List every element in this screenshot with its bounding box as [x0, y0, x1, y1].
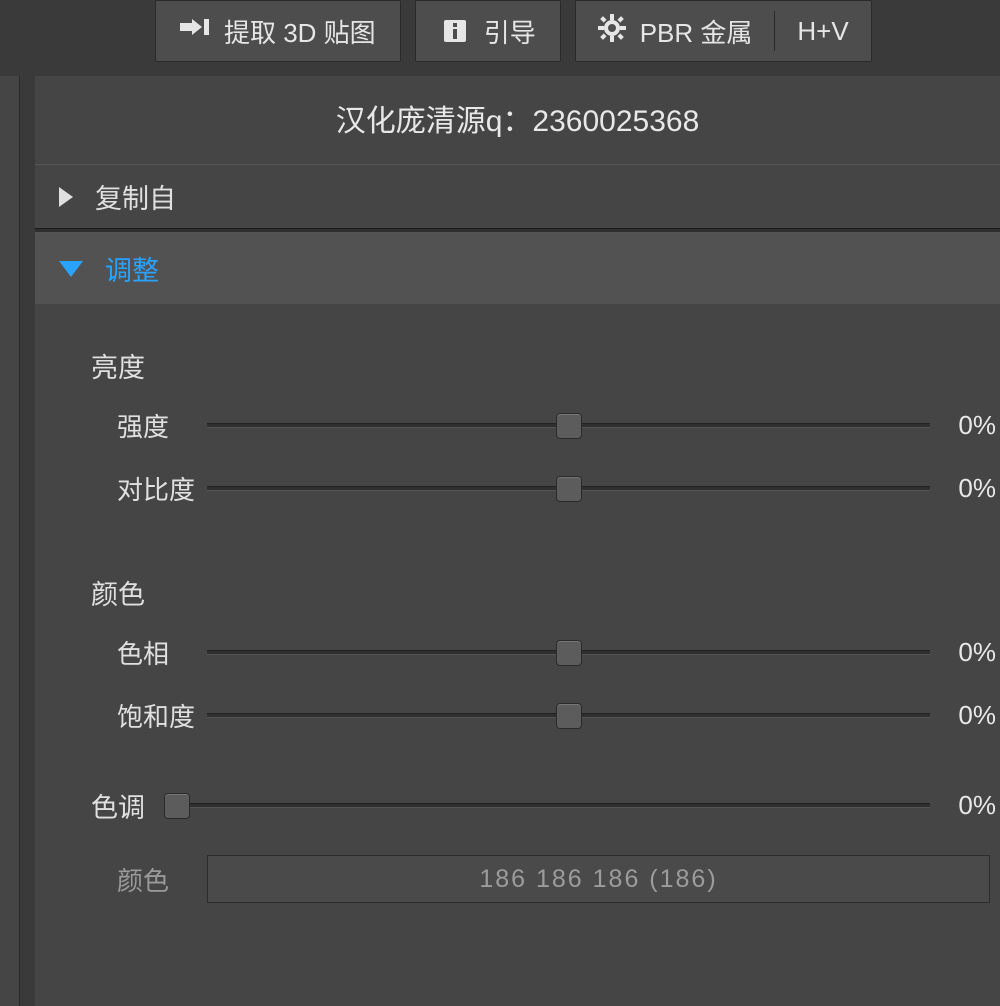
hue-value: 0% [940, 637, 1000, 668]
color-field-value: 186 186 186 (186) [479, 865, 717, 894]
color-field-input[interactable]: 186 186 186 (186) [207, 855, 990, 903]
section-copy-from-label: 复制自 [95, 177, 176, 216]
section-copy-from[interactable]: 复制自 [35, 164, 1000, 228]
hue-slider[interactable] [207, 638, 930, 668]
info-icon [440, 16, 470, 46]
slider-thumb[interactable] [556, 413, 582, 439]
slider-thumb[interactable] [556, 640, 582, 666]
color-field-row: 颜色 186 186 186 (186) [35, 847, 1000, 903]
import-arrow-icon [180, 16, 210, 46]
saturation-row: 饱和度 0% [35, 697, 1000, 760]
top-toolbar: 提取 3D 贴图 引导 PBR 金属 H+V [0, 0, 1000, 76]
pbr-metal-label: PBR 金属 [640, 13, 753, 50]
hue-row: 色相 0% [35, 634, 1000, 697]
contrast-value: 0% [940, 473, 1000, 504]
guide-label: 引导 [484, 13, 536, 50]
color-field-label: 颜色 [35, 861, 207, 898]
intensity-slider[interactable] [207, 411, 930, 441]
hv-button[interactable]: H+V [775, 1, 870, 61]
tint-slider[interactable] [165, 791, 930, 821]
tint-value: 0% [940, 790, 1000, 821]
contrast-label: 对比度 [35, 470, 207, 507]
gear-icon [598, 14, 626, 49]
panel-title: 汉化庞清源q：2360025368 [35, 76, 1000, 164]
slider-thumb[interactable] [164, 793, 190, 819]
hue-label: 色相 [35, 634, 207, 671]
tint-row: 色调 0% [35, 786, 1000, 847]
pbr-group: PBR 金属 H+V [575, 0, 872, 62]
saturation-label: 饱和度 [35, 697, 207, 734]
contrast-slider[interactable] [207, 474, 930, 504]
chevron-right-icon [59, 187, 73, 207]
main-panel: 汉化庞清源q：2360025368 复制自 调整 亮度 强度 0% 对比度 0% [35, 76, 1000, 1006]
extract-3d-button[interactable]: 提取 3D 贴图 [155, 0, 401, 62]
intensity-row: 强度 0% [35, 407, 1000, 470]
section-adjust[interactable]: 调整 [35, 232, 1000, 304]
color-group-label: 颜色 [35, 559, 1000, 634]
hv-label: H+V [797, 16, 848, 47]
saturation-value: 0% [940, 700, 1000, 731]
intensity-value: 0% [940, 410, 1000, 441]
section-adjust-label: 调整 [105, 249, 159, 288]
intensity-label: 强度 [35, 407, 207, 444]
slider-thumb[interactable] [556, 476, 582, 502]
contrast-row: 对比度 0% [35, 470, 1000, 533]
left-gutter [0, 76, 20, 1006]
guide-button[interactable]: 引导 [415, 0, 561, 62]
saturation-slider[interactable] [207, 701, 930, 731]
brightness-group-label: 亮度 [35, 332, 1000, 407]
adjust-controls: 亮度 强度 0% 对比度 0% 颜色 色相 0% [35, 304, 1000, 923]
extract-3d-label: 提取 3D 贴图 [224, 13, 376, 50]
slider-thumb[interactable] [556, 703, 582, 729]
pbr-metal-button[interactable]: PBR 金属 [576, 1, 775, 61]
chevron-down-icon [59, 261, 83, 277]
